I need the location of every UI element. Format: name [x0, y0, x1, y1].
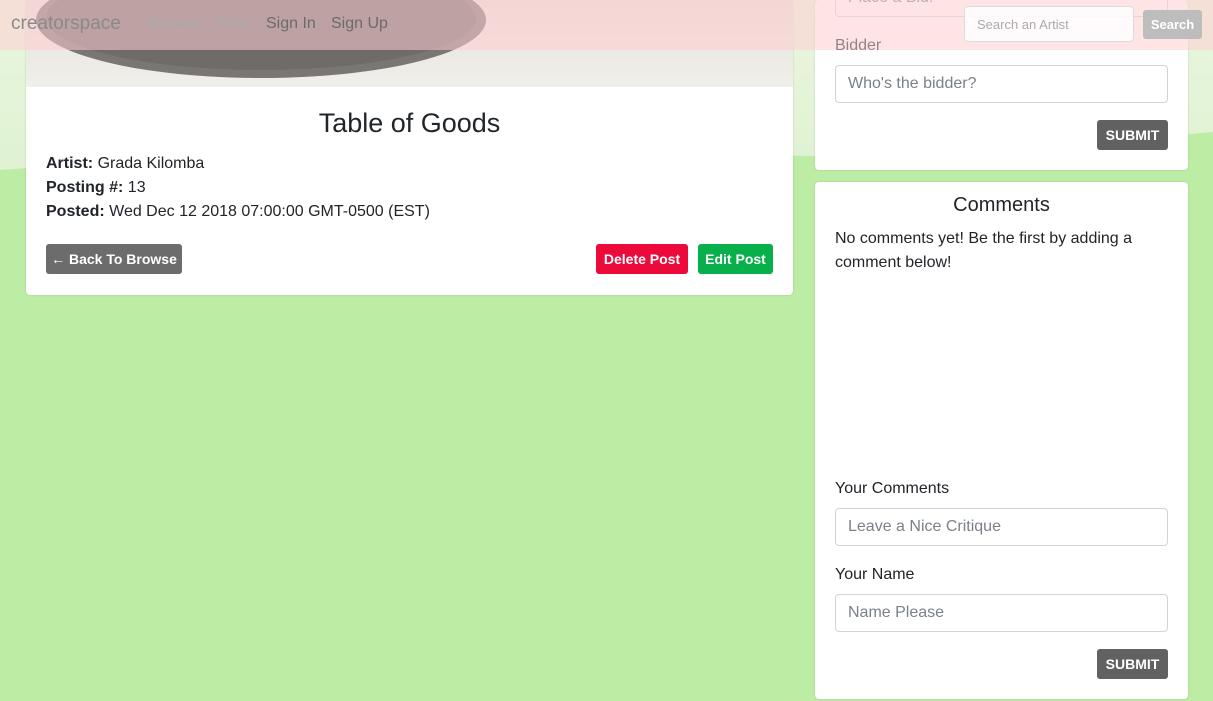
name-input[interactable]	[835, 594, 1168, 632]
comments-card: Comments No comments yet! Be the first b…	[815, 182, 1188, 699]
bid-submit-button[interactable]: SUBMIT	[1097, 120, 1168, 150]
posting-number: 13	[127, 179, 146, 196]
comments-title: Comments	[953, 194, 1050, 216]
posting-number-label: Posting #:	[46, 179, 124, 196]
nav-post-link[interactable]: Post	[218, 15, 250, 33]
comment-input[interactable]	[835, 508, 1168, 546]
your-comments-label: Your Comments	[835, 480, 950, 497]
posted-label: Posted:	[46, 203, 105, 220]
navbar: creatorspace Browse Post Sign In Sign Up…	[0, 0, 1213, 50]
nav-sign-in-link[interactable]: Sign In	[266, 15, 316, 33]
posted-date: Wed Dec 12 2018 07:00:00 GMT-0500 (EST)	[109, 203, 430, 220]
nav-sign-up-link[interactable]: Sign Up	[331, 15, 388, 33]
bidder-input[interactable]	[835, 65, 1168, 103]
edit-post-button[interactable]: Edit Post	[698, 244, 773, 274]
posting-number-line: Posting #: 13	[46, 179, 146, 197]
artist-line: Artist: Grada Kilomba	[46, 155, 204, 173]
delete-post-button[interactable]: Delete Post	[596, 244, 688, 274]
back-to-browse-button[interactable]: ← Back To Browse	[46, 244, 182, 274]
artist-search-input[interactable]	[964, 6, 1134, 42]
artist-label: Artist:	[46, 155, 94, 172]
post-title: Table of Goods	[318, 108, 501, 138]
nav-browse-link[interactable]: Browse	[149, 15, 202, 33]
posted-date-line: Posted: Wed Dec 12 2018 07:00:00 GMT-050…	[46, 203, 430, 221]
your-name-label: Your Name	[835, 566, 915, 583]
no-comments-message: No comments yet! Be the first by adding …	[835, 230, 1133, 271]
artist-name: Grada Kilomba	[97, 155, 205, 172]
brand-logo[interactable]: creatorspace	[11, 13, 121, 35]
search-button[interactable]: Search	[1143, 10, 1202, 39]
comment-submit-button[interactable]: SUBMIT	[1097, 649, 1168, 679]
